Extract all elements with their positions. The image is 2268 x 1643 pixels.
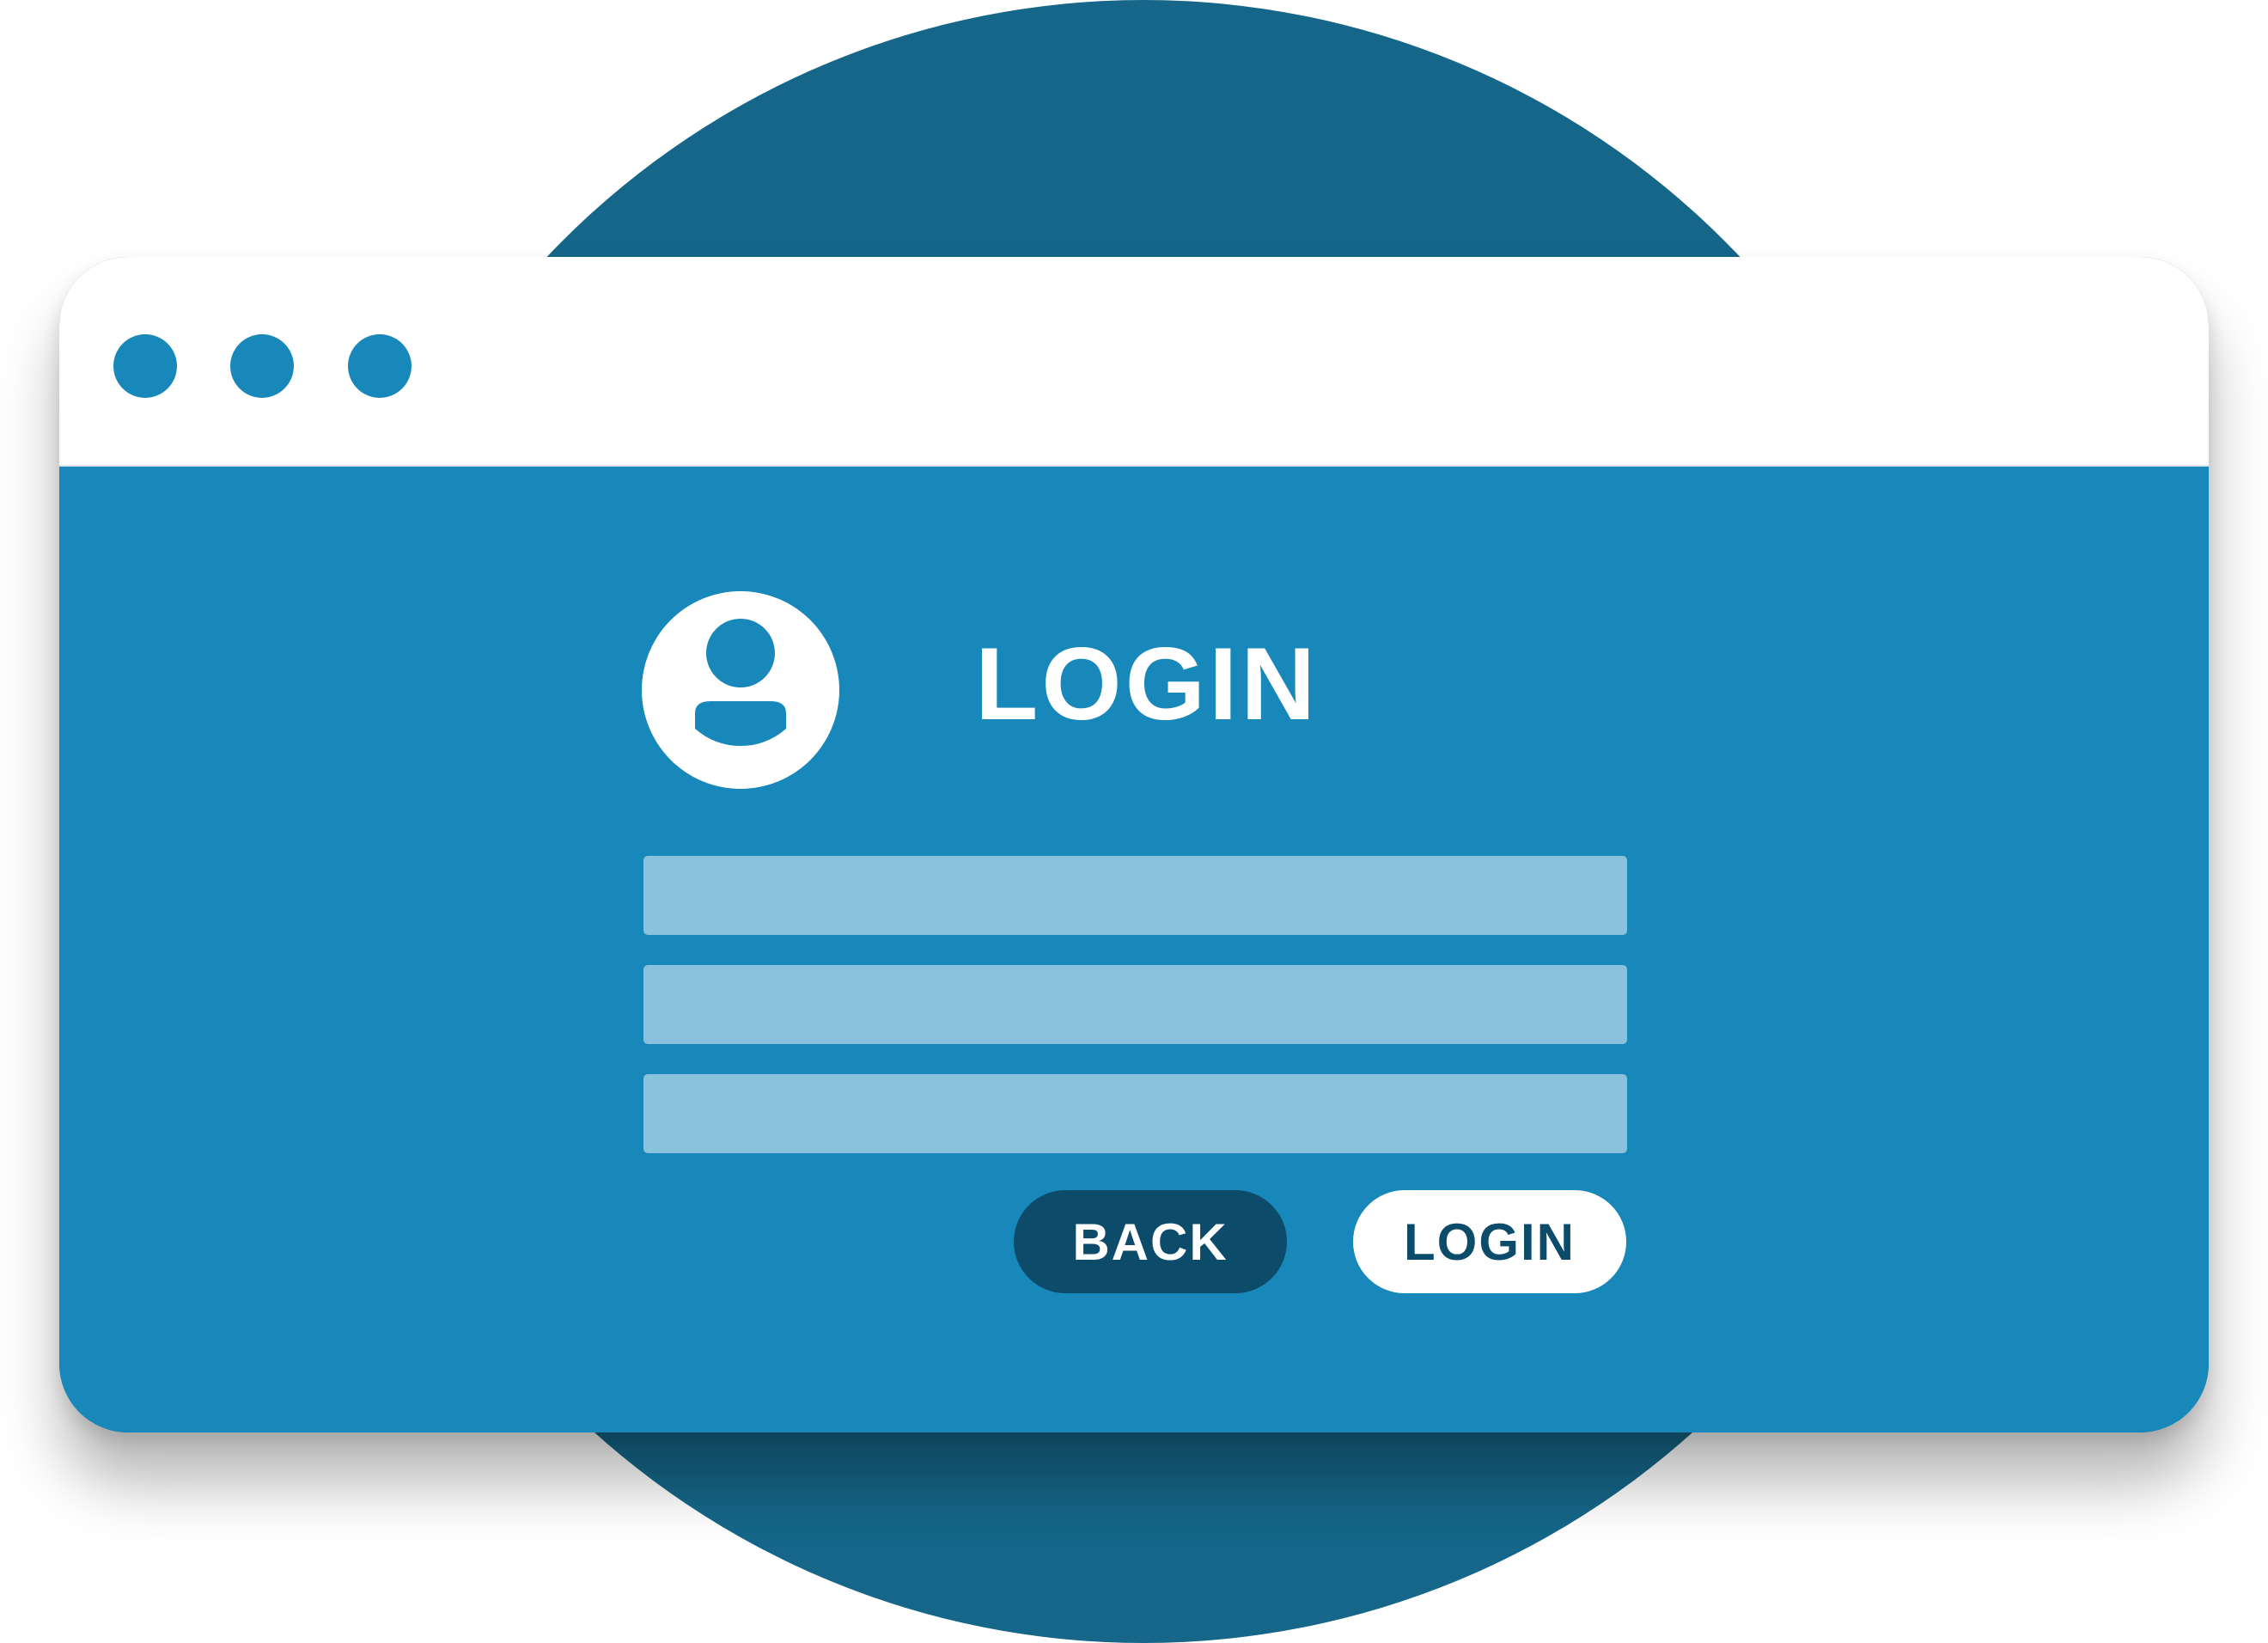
- window-titlebar: [59, 257, 2209, 467]
- login-button[interactable]: LOGIN: [1353, 1190, 1626, 1293]
- window-dot-3[interactable]: [348, 334, 412, 398]
- user-avatar-icon: [642, 591, 839, 789]
- window-content: LOGIN BACK LOGIN: [59, 467, 2209, 1432]
- back-button[interactable]: BACK: [1014, 1190, 1287, 1293]
- browser-window: LOGIN BACK LOGIN: [59, 257, 2209, 1432]
- window-dot-2[interactable]: [230, 334, 294, 398]
- illustration-stage: LOGIN BACK LOGIN: [0, 0, 2268, 1643]
- login-field-3[interactable]: [643, 1074, 1627, 1153]
- login-field-2[interactable]: [643, 965, 1627, 1044]
- window-dot-1[interactable]: [113, 334, 177, 398]
- login-title: LOGIN: [975, 626, 1319, 742]
- login-field-1[interactable]: [643, 856, 1627, 935]
